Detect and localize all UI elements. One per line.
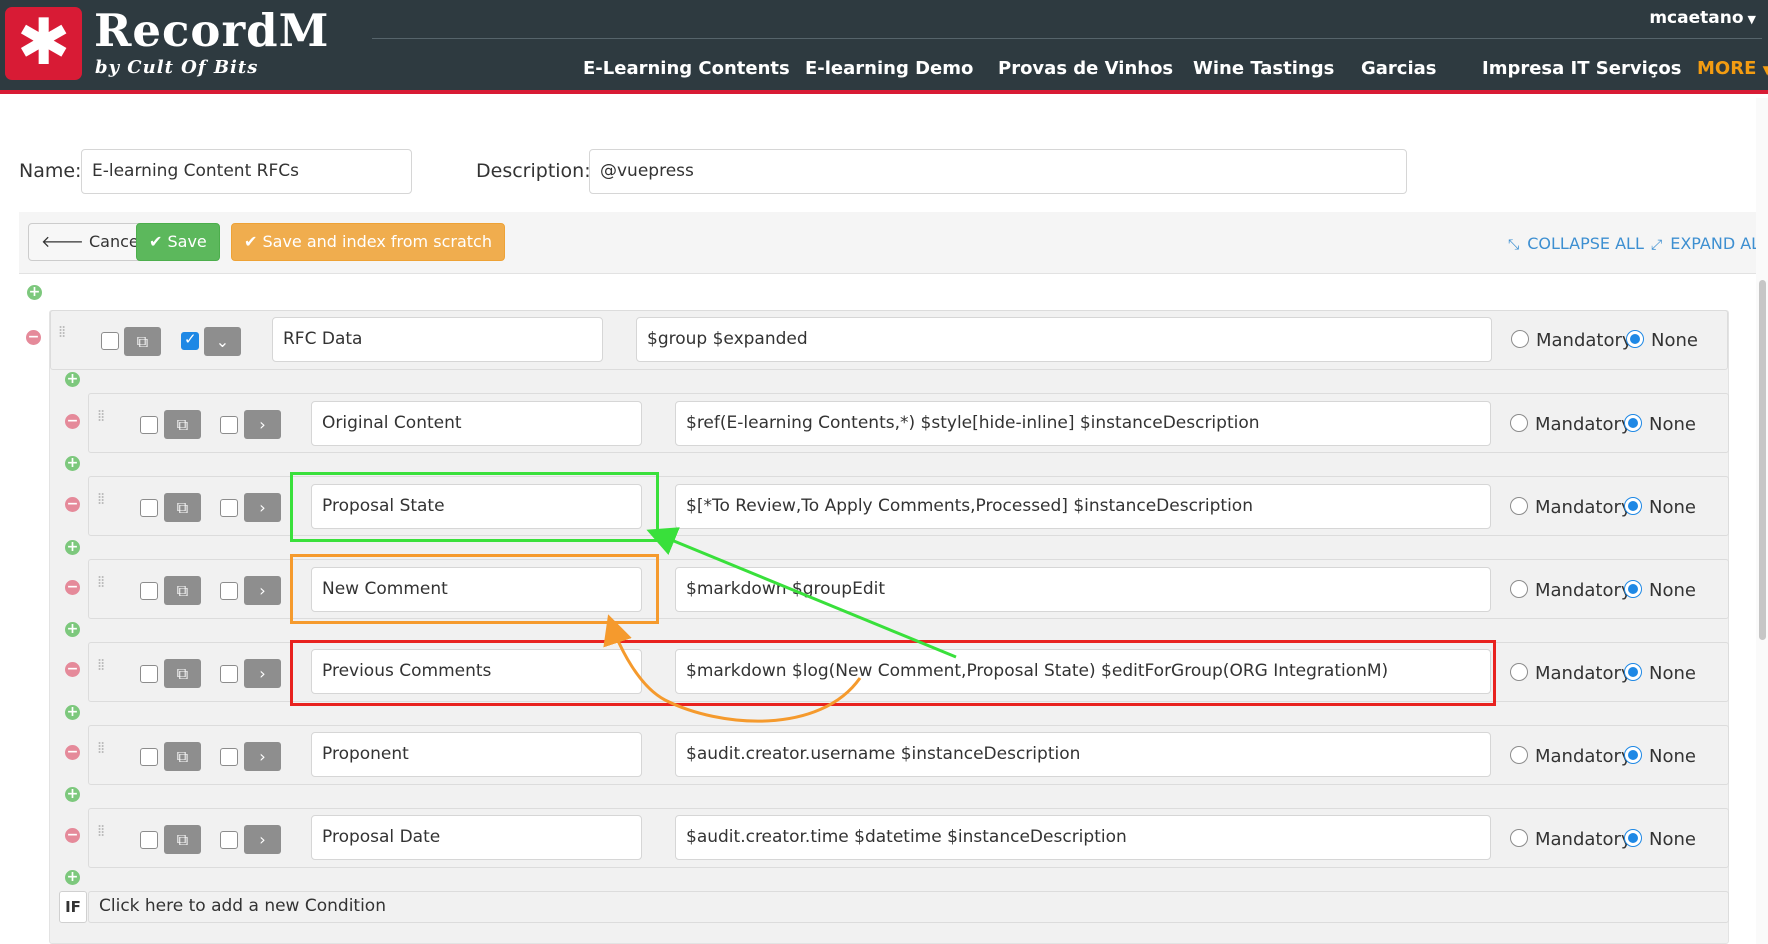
scrollbar-thumb[interactable] <box>1759 280 1766 640</box>
annotation-arrows <box>603 527 957 723</box>
orange-arrow <box>603 614 862 723</box>
green-arrow <box>646 527 957 659</box>
